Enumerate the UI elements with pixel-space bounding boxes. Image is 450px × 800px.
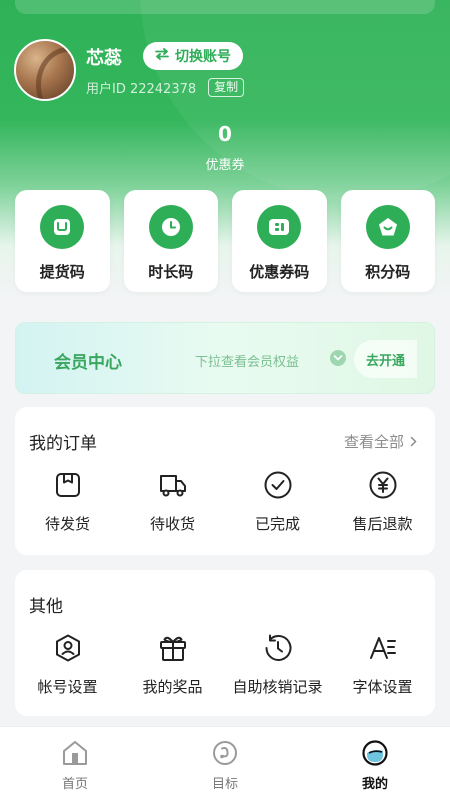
coupon-code-label: 优惠券码 xyxy=(249,263,310,281)
switch-account-button[interactable]: 切换账号 xyxy=(143,42,243,70)
code-shortcuts: 提货码 时长码 优惠券码 积分码 xyxy=(15,190,435,292)
account-settings-icon xyxy=(52,632,84,664)
order-status-completed[interactable]: 已完成 xyxy=(225,469,330,534)
tab-mine[interactable]: 我的 xyxy=(300,727,450,800)
coupon-label[interactable]: 优惠券 xyxy=(0,154,450,173)
orders-title: 我的订单 xyxy=(29,434,97,454)
other-item-label: 帐号设置 xyxy=(37,678,98,696)
open-membership-button[interactable]: 去开通 xyxy=(354,340,417,378)
order-status-pending-receipt[interactable]: 待收货 xyxy=(120,469,225,534)
switch-account-label: 切换账号 xyxy=(175,49,231,65)
tab-label: 我的 xyxy=(361,777,388,792)
order-status-label: 已完成 xyxy=(254,515,300,533)
duration-code-label: 时长码 xyxy=(148,263,194,281)
history-icon xyxy=(262,632,294,664)
swap-icon xyxy=(155,48,169,64)
chevron-right-icon xyxy=(410,436,417,447)
member-center-title: 会员中心 xyxy=(54,353,122,373)
points-code-label: 积分码 xyxy=(365,263,411,281)
order-status-label: 售后退款 xyxy=(352,515,413,533)
my-prizes-item[interactable]: 我的奖品 xyxy=(120,632,225,697)
font-size-icon xyxy=(367,632,399,664)
orders-panel: 我的订单 查看全部 待发货 待收货 已完成 售后退款 xyxy=(15,407,435,555)
tab-label: 目标 xyxy=(211,777,238,792)
points-icon xyxy=(365,205,410,249)
orders-grid: 待发货 待收货 已完成 售后退款 xyxy=(15,469,435,534)
other-item-label: 字体设置 xyxy=(352,678,413,696)
self-verification-history-item[interactable]: 自助核销记录 xyxy=(225,632,330,697)
profile-icon xyxy=(361,739,389,767)
member-center-banner[interactable]: 会员中心 下拉查看会员权益 去开通 xyxy=(15,322,435,394)
coupon-count[interactable]: 0 xyxy=(0,122,450,146)
user-id: 用户ID 22242378 xyxy=(86,82,197,97)
order-status-label: 待发货 xyxy=(44,515,90,533)
view-all-orders-link[interactable]: 查看全部 xyxy=(344,431,417,452)
pickup-code-icon xyxy=(40,205,85,249)
other-grid: 帐号设置 我的奖品 自助核销记录 字体设置 xyxy=(15,632,435,697)
points-code-card[interactable]: 积分码 xyxy=(340,190,435,292)
duration-code-card[interactable]: 时长码 xyxy=(123,190,218,292)
other-item-label: 我的奖品 xyxy=(142,678,203,696)
username: 芯蕊 xyxy=(86,48,122,69)
yen-refund-icon xyxy=(367,469,399,501)
clock-icon xyxy=(148,205,193,249)
avatar[interactable] xyxy=(14,39,76,101)
chevron-down-icon[interactable] xyxy=(330,350,346,366)
other-title: 其他 xyxy=(29,597,63,617)
package-icon xyxy=(52,469,84,501)
view-all-label: 查看全部 xyxy=(343,433,404,451)
bottom-tab-bar: 首页 目标 我的 xyxy=(0,726,450,800)
home-icon xyxy=(61,739,89,767)
target-icon xyxy=(211,739,239,767)
coupon-ticket-icon xyxy=(257,205,302,249)
order-status-pending-shipment[interactable]: 待发货 xyxy=(15,469,120,534)
user-id-row: 用户ID 22242378 复制 xyxy=(86,78,245,97)
tab-target[interactable]: 目标 xyxy=(150,727,300,800)
font-settings-item[interactable]: 字体设置 xyxy=(330,632,435,697)
pickup-code-card[interactable]: 提货码 xyxy=(15,190,110,292)
tab-label: 首页 xyxy=(61,777,88,792)
member-benefits-hint: 下拉查看会员权益 xyxy=(195,355,300,370)
order-status-label: 待收货 xyxy=(149,515,195,533)
tab-home[interactable]: 首页 xyxy=(0,727,150,800)
truck-icon xyxy=(157,469,189,501)
header-top-strip xyxy=(15,0,435,14)
gift-icon xyxy=(157,632,189,664)
other-panel: 其他 帐号设置 我的奖品 自助核销记录 字体设置 xyxy=(15,570,435,716)
account-settings-item[interactable]: 帐号设置 xyxy=(15,632,120,697)
copy-button[interactable]: 复制 xyxy=(208,78,245,97)
other-item-label: 自助核销记录 xyxy=(232,678,323,696)
pickup-code-label: 提货码 xyxy=(39,263,85,281)
check-circle-icon xyxy=(262,469,294,501)
order-status-refund[interactable]: 售后退款 xyxy=(330,469,435,534)
coupon-code-card[interactable]: 优惠券码 xyxy=(232,190,327,292)
